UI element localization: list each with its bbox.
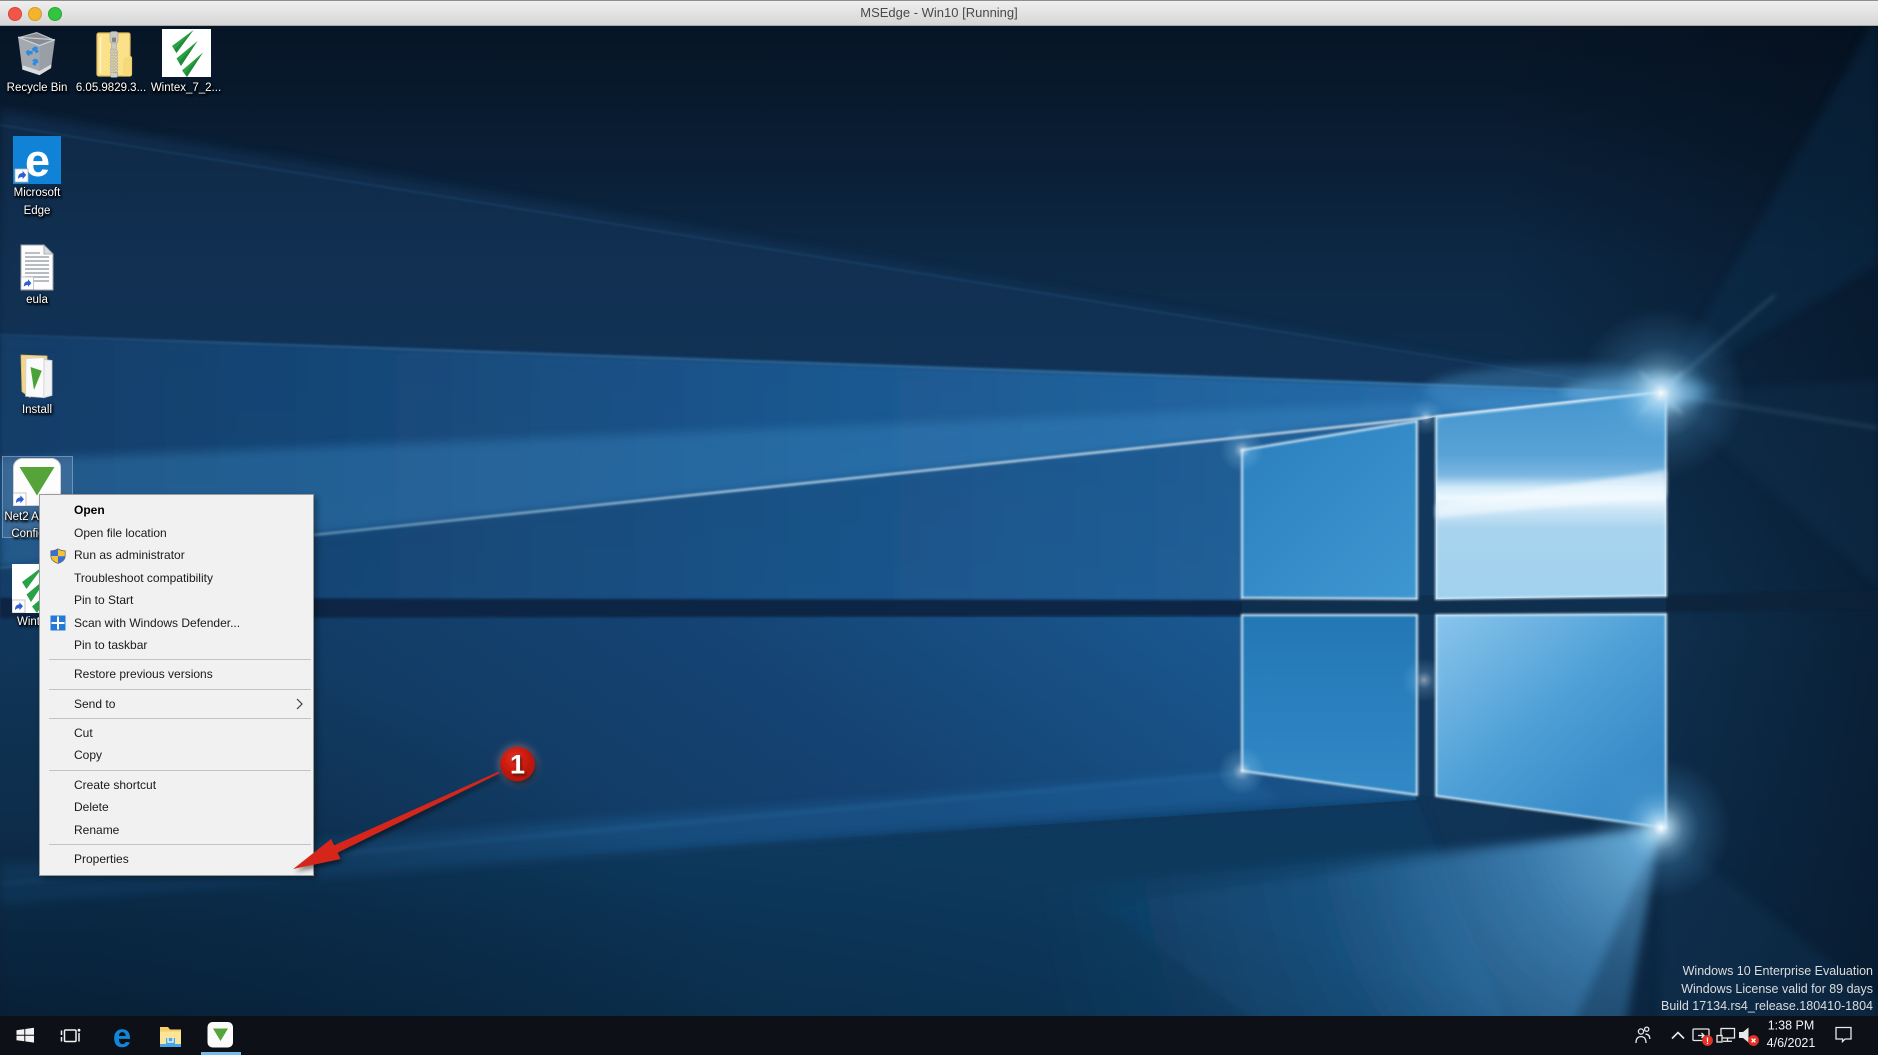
svg-text:1: 1 [510,750,525,780]
